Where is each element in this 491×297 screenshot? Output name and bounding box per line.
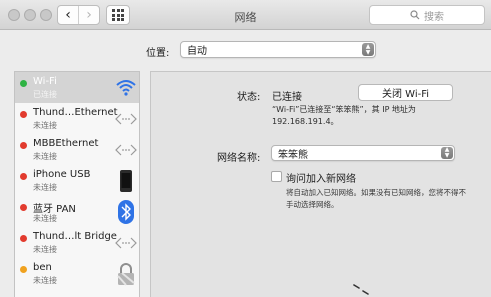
service-name: ben [33,262,52,273]
bluetooth-icon [115,200,137,224]
service-status: 未连接 [33,121,57,130]
service-status: 未连接 [33,183,57,192]
lock-icon [115,262,137,286]
status-value: 已连接 [272,92,302,103]
title-bar: ‹ › 网络 搜索 [0,0,491,30]
service-status: 未连接 [33,152,57,161]
location-label: 位置: [146,48,170,59]
service-item[interactable]: Wi-Fi 已连接 [15,72,139,103]
service-item[interactable]: Thund…Ethernet 未连接 [15,103,139,134]
ethernet-arrows-icon [115,107,137,131]
status-description: “Wi-Fi”已连接至“笨笨熊”，其 IP 地址为 192.168.191.4。 [272,105,416,126]
popup-arrows-icon: ▲ ▼ [362,43,374,56]
ask-to-join-checkbox[interactable] [271,171,282,182]
status-dot [20,80,27,87]
status-dot [20,235,27,242]
service-item[interactable]: ben 未连接 [15,258,139,289]
service-item[interactable]: MBBEthernet 未连接 [15,134,139,165]
service-name: Wi-Fi [33,76,57,87]
service-item[interactable]: Thund…lt Bridge 未连接 [15,227,139,258]
network-name-popup[interactable]: 笨笨熊 ▲ ▼ [271,145,455,161]
service-status: 未连接 [33,214,57,223]
iphone-icon [115,169,137,193]
service-name: Thund…Ethernet [33,107,118,118]
status-dot [20,204,27,211]
search-placeholder: 搜索 [424,11,444,23]
status-dot [20,266,27,273]
popup-arrows-icon: ▲ ▼ [441,147,453,159]
search-icon [410,10,420,20]
network-name-value: 笨笨熊 [278,149,308,161]
search-field[interactable]: 搜索 [369,5,485,25]
ask-to-join-label[interactable]: 询问加入新网络 [286,170,356,185]
location-value: 自动 [187,46,207,57]
turn-off-wifi-button[interactable]: 关闭 Wi-Fi [358,84,453,101]
service-name: MBBEthernet [33,138,99,149]
network-name-label: 网络名称: [217,153,261,164]
service-list: Wi-Fi 已连接 Thund…Ethernet 未连接 MBBEthernet 未连接 i… [14,71,140,297]
status-dot [20,111,27,118]
ethernet-arrows-icon [115,231,137,255]
status-label: 状态: [237,92,261,103]
location-popup[interactable]: 自动 ▲ ▼ [180,41,376,58]
service-name: Thund…lt Bridge [33,231,117,242]
status-dot [20,142,27,149]
service-status: 未连接 [33,276,57,285]
service-status: 未连接 [33,245,57,254]
service-item[interactable]: 蓝牙 PAN 未连接 [15,196,139,227]
loading-spinner-icon [353,284,369,295]
service-status: 已连接 [33,90,57,99]
service-name: iPhone USB [33,169,91,180]
service-item[interactable]: iPhone USB 未连接 [15,165,139,196]
ask-to-join-help: 将自动加入已知网络。如果没有已知网络，您将不得不手动选择网络。 [286,188,466,209]
wifi-icon [115,76,137,100]
status-dot [20,173,27,180]
ethernet-arrows-icon [115,138,137,162]
